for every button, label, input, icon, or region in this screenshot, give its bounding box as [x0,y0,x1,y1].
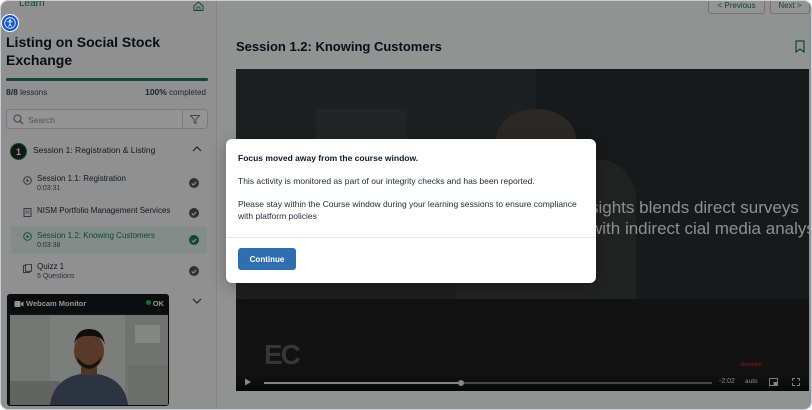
accessibility-button[interactable] [1,14,19,32]
dialog-instructions: Please stay within the Course window dur… [238,199,577,221]
accessibility-icon [4,17,16,29]
dialog-title: Focus moved away from the course window. [238,153,419,163]
focus-warning-dialog: Focus moved away from the course window.… [226,139,596,283]
dialog-message: This activity is monitored as part of ou… [238,176,535,186]
dialog-divider [226,237,596,238]
course-player-window: Learn Listing on Social Stock Exchange 8… [0,0,812,410]
continue-button[interactable]: Continue [238,248,296,270]
